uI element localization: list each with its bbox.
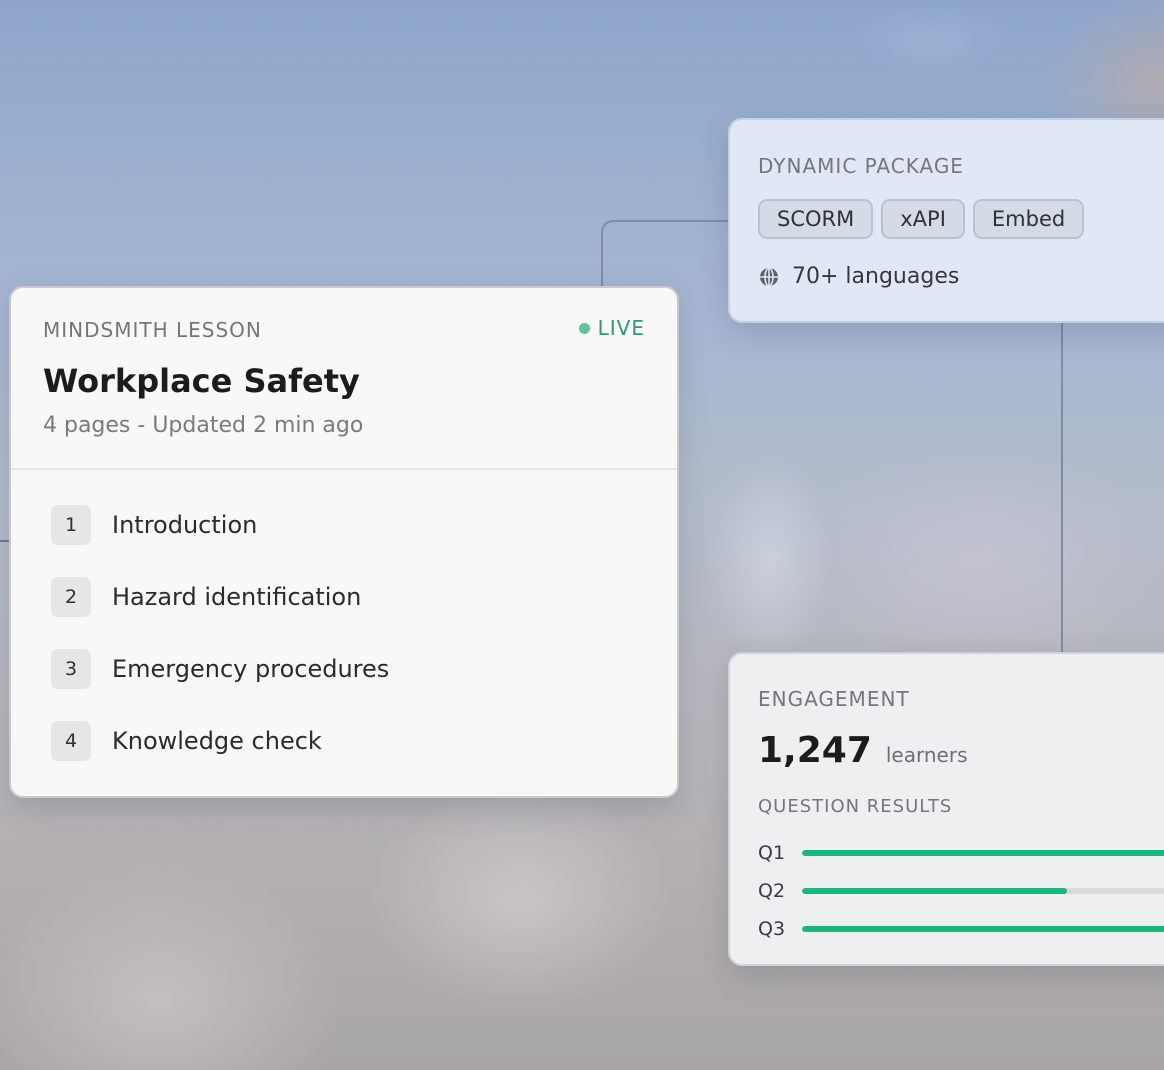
page-label: Introduction (112, 511, 258, 539)
page-label: Hazard identification (112, 583, 362, 611)
status-label: LIVE (597, 316, 645, 340)
progress-bar-track (802, 926, 1164, 932)
learners-unit: learners (885, 743, 968, 767)
list-item[interactable]: 4 Knowledge check (51, 720, 389, 762)
question-result-row: Q2 (758, 872, 1164, 910)
connector-line-right (1061, 322, 1063, 654)
lesson-header: MINDSMITH LESSON LIVE Workplace Safety 4… (11, 288, 677, 470)
question-results-bars: Q1 Q2 Q3 (758, 834, 1164, 948)
page-number: 4 (51, 721, 91, 761)
package-format-chips: SCORM xAPI Embed (758, 199, 1085, 239)
lesson-title: Workplace Safety (43, 362, 360, 400)
question-result-row: Q1 (758, 834, 1164, 872)
list-item[interactable]: 1 Introduction (51, 504, 389, 546)
question-results-label: QUESTION RESULTS (758, 796, 953, 817)
engagement-eyebrow: ENGAGEMENT (758, 687, 910, 711)
question-label: Q2 (758, 880, 786, 902)
learners-count-row: 1,247 learners (758, 730, 968, 771)
learners-count: 1,247 (758, 730, 872, 771)
page-label: Emergency procedures (112, 655, 390, 683)
lesson-page-list: 1 Introduction 2 Hazard identification 3… (51, 504, 389, 792)
progress-bar-fill (802, 850, 1164, 856)
page-label: Knowledge check (112, 727, 322, 755)
package-eyebrow: DYNAMIC PACKAGE (758, 154, 964, 178)
chip-embed[interactable]: Embed (972, 199, 1085, 239)
live-dot-icon (578, 322, 590, 334)
languages-row: 70+ languages (758, 264, 959, 289)
progress-bar-fill (802, 926, 1164, 932)
connector-line-top (601, 220, 733, 290)
list-item[interactable]: 2 Hazard identification (51, 576, 389, 618)
lesson-meta: 4 pages - Updated 2 min ago (43, 413, 364, 438)
languages-label: 70+ languages (792, 264, 960, 289)
globe-icon (758, 266, 780, 288)
status-badge: LIVE (578, 316, 645, 340)
dynamic-package-card: DYNAMIC PACKAGE SCORM xAPI Embed 70+ lan… (728, 118, 1164, 323)
page-number: 3 (51, 649, 91, 689)
progress-bar-fill (802, 888, 1067, 894)
chip-xapi[interactable]: xAPI (881, 199, 965, 239)
list-item[interactable]: 3 Emergency procedures (51, 648, 389, 690)
page-number: 1 (51, 505, 91, 545)
engagement-card: ENGAGEMENT 1,247 learners QUESTION RESUL… (728, 652, 1164, 966)
question-result-row: Q3 (758, 910, 1164, 948)
question-label: Q3 (758, 918, 786, 940)
page-number: 2 (51, 577, 91, 617)
lesson-eyebrow: MINDSMITH LESSON (43, 318, 262, 342)
question-label: Q1 (758, 842, 786, 864)
lesson-card[interactable]: MINDSMITH LESSON LIVE Workplace Safety 4… (9, 286, 679, 798)
chip-scorm[interactable]: SCORM (758, 199, 874, 239)
progress-bar-track (802, 850, 1164, 856)
progress-bar-track (802, 888, 1164, 894)
